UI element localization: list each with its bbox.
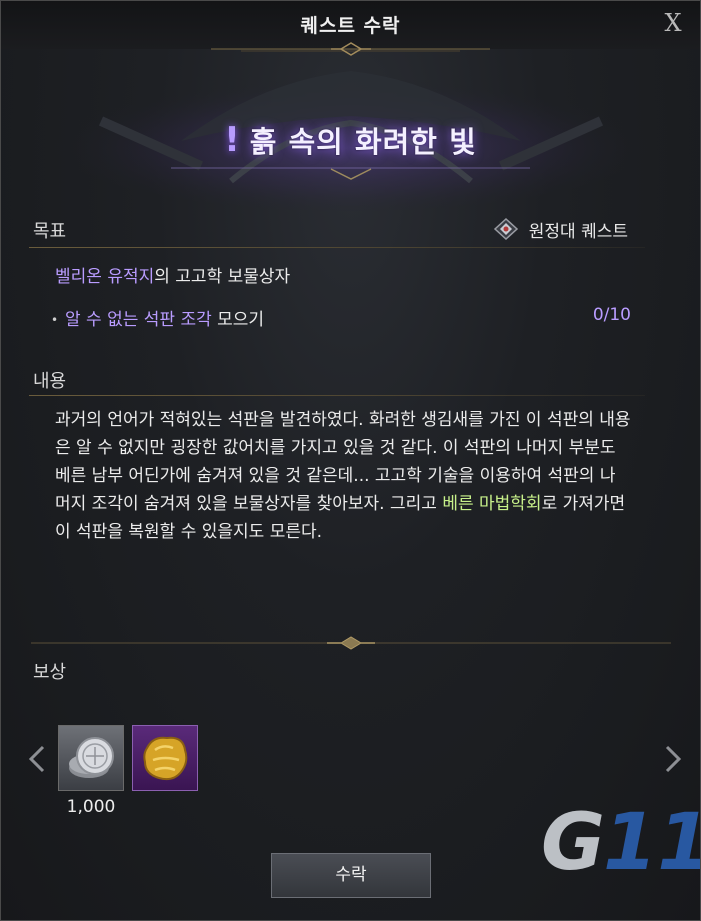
exclamation-icon: ! bbox=[224, 120, 240, 160]
location-link-magic-society[interactable]: 베른 마법학회 bbox=[442, 494, 541, 514]
title-ornament-divider bbox=[211, 42, 490, 56]
window-title: 퀘스트 수락 bbox=[300, 15, 401, 37]
objective-header: 목표 bbox=[33, 221, 67, 242]
objective-title-rest: 의 고고학 보물상자 bbox=[154, 267, 291, 287]
silver-coins-icon bbox=[69, 737, 114, 778]
section-ornament-divider bbox=[31, 636, 671, 650]
rewards-header: 보상 bbox=[33, 662, 67, 683]
objective-title: 벨리온 유적지의 고고학 보물상자 bbox=[55, 262, 290, 287]
task-item-link[interactable]: 알 수 없는 석판 조각 bbox=[65, 310, 212, 330]
objective-task: • 알 수 없는 석판 조각 모으기 0/10 bbox=[51, 305, 631, 330]
close-button[interactable]: X bbox=[660, 9, 686, 37]
chevron-left-icon[interactable] bbox=[25, 743, 49, 775]
chevron-right-icon[interactable] bbox=[661, 743, 685, 775]
task-text-rest: 모으기 bbox=[211, 310, 265, 330]
quest-description: 과거의 언어가 적혀있는 석판을 발견하였다. 화려한 생김새를 가진 이 석판… bbox=[55, 406, 631, 546]
quest-name: 흙 속의 화려한 빛 bbox=[249, 125, 477, 159]
bullet-icon: • bbox=[51, 313, 59, 327]
svg-text:11: 11 bbox=[603, 799, 701, 879]
location-link[interactable]: 벨리온 유적지 bbox=[55, 267, 154, 287]
quest-title-block: ! 흙 속의 화려한 빛 bbox=[1, 119, 700, 161]
svg-text:G: G bbox=[541, 799, 605, 879]
quest-type-label: 원정대 퀘스트 bbox=[528, 221, 628, 242]
reward-quantity: 1,000 bbox=[66, 797, 116, 817]
expedition-icon bbox=[493, 217, 518, 241]
quest-type: 원정대 퀘스트 bbox=[493, 217, 628, 242]
accept-button[interactable]: 수락 bbox=[271, 853, 431, 898]
content-header: 내용 bbox=[33, 371, 67, 392]
content-divider bbox=[29, 395, 645, 396]
reward-slot-silver[interactable] bbox=[58, 725, 124, 791]
task-progress: 0/10 bbox=[592, 305, 631, 325]
objective-divider bbox=[29, 247, 645, 248]
g11-watermark-logo: G 11 bbox=[541, 799, 701, 879]
gold-relic-icon bbox=[143, 736, 188, 781]
quest-accept-window: 퀘스트 수락 X ! 흙 속의 화려한 빛 목표 원정대 퀘스트 벨리온 유적지… bbox=[0, 0, 701, 921]
reward-slot-gold[interactable] bbox=[132, 725, 198, 791]
